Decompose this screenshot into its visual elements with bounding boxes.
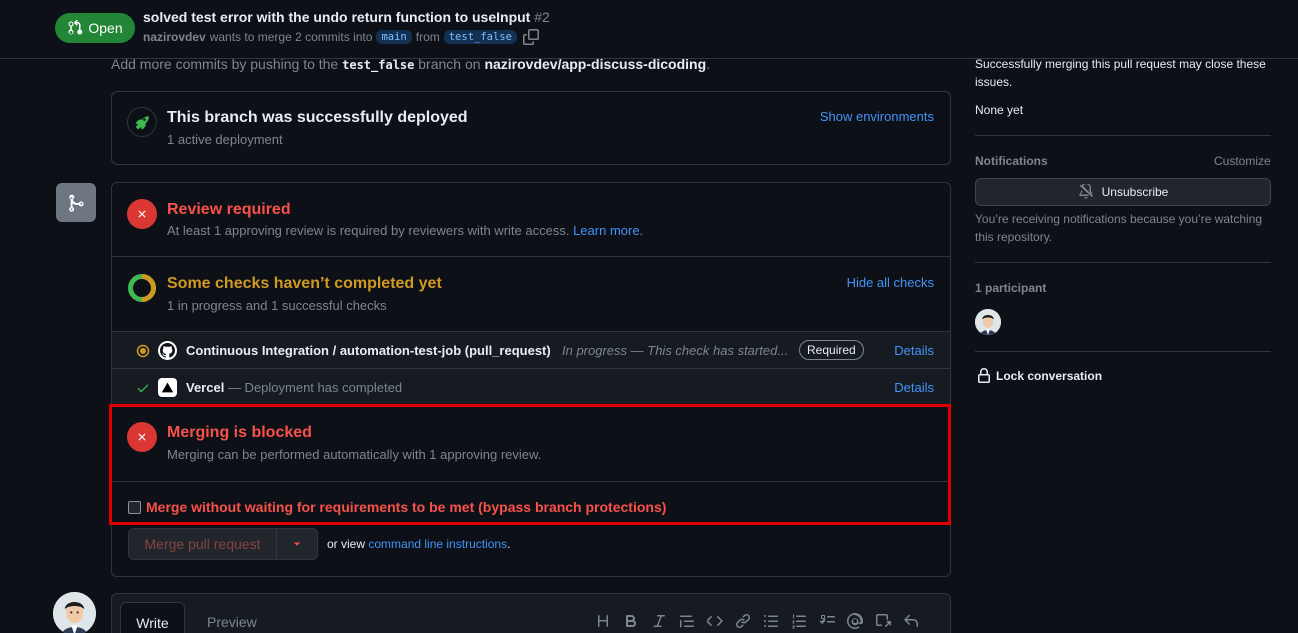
git-merge-icon bbox=[56, 183, 96, 222]
sidebar-divider bbox=[975, 135, 1271, 136]
command-line-link[interactable]: command line instructions bbox=[368, 537, 507, 551]
check-name: Continuous Integration / automation-test… bbox=[186, 343, 551, 358]
check-row-vercel: Vercel — Deployment has completed Detail… bbox=[112, 369, 950, 406]
quote-icon[interactable] bbox=[678, 612, 695, 629]
tab-preview[interactable]: Preview bbox=[207, 614, 257, 630]
rocket-icon bbox=[127, 107, 157, 137]
show-environments-link[interactable]: Show environments bbox=[820, 109, 934, 124]
checks-title: Some checks haven’t completed yet bbox=[167, 275, 442, 292]
check-icon bbox=[136, 381, 150, 398]
customize-link[interactable]: Customize bbox=[1214, 154, 1271, 168]
lock-conversation-button[interactable]: Lock conversation bbox=[976, 368, 1102, 384]
tab-write[interactable]: Write bbox=[120, 602, 185, 633]
merge-text: wants to merge 2 commits into bbox=[209, 30, 373, 44]
mention-icon[interactable] bbox=[846, 612, 863, 629]
merge-button-group: Merge pull request bbox=[128, 528, 318, 560]
base-branch[interactable]: main bbox=[376, 30, 412, 44]
copy-icon[interactable] bbox=[522, 29, 539, 45]
check-name-vercel: Vercel — Deployment has completed bbox=[186, 380, 402, 395]
vercel-name: Vercel bbox=[186, 380, 225, 395]
hint-branch: test_false bbox=[342, 58, 415, 72]
code-icon[interactable] bbox=[706, 612, 723, 629]
checks-subtitle: 1 in progress and 1 successful checks bbox=[167, 298, 387, 313]
checks-section: Some checks haven’t completed yet 1 in p… bbox=[112, 257, 950, 332]
unsubscribe-label: Unsubscribe bbox=[1101, 185, 1169, 199]
from-text: from bbox=[415, 30, 440, 44]
development-none-yet: None yet bbox=[975, 103, 1024, 117]
lock-conversation-label: Lock conversation bbox=[996, 369, 1103, 383]
deploy-title: This branch was successfully deployed bbox=[167, 109, 468, 126]
x-circle-icon bbox=[127, 199, 157, 229]
ordered-list-icon[interactable] bbox=[790, 612, 807, 629]
italic-icon[interactable] bbox=[650, 612, 667, 629]
vercel-logo-icon bbox=[158, 378, 177, 397]
development-note: Successfully merging this pull request m… bbox=[975, 57, 1266, 89]
participants-heading: 1 participant bbox=[975, 281, 1047, 295]
sidebar-divider bbox=[975, 262, 1271, 263]
checks-progress-icon bbox=[127, 273, 157, 303]
vercel-desc: — Deployment has completed bbox=[224, 380, 403, 395]
period: . bbox=[507, 537, 511, 551]
check-desc: In progress — This check has started... bbox=[562, 343, 789, 358]
task-list-icon[interactable] bbox=[818, 612, 835, 629]
cross-reference-icon[interactable] bbox=[874, 612, 891, 629]
cli-instructions: or view command line instructions. bbox=[327, 537, 510, 551]
state-badge-open: Open bbox=[55, 13, 135, 43]
avatar[interactable] bbox=[53, 592, 96, 633]
link-icon[interactable] bbox=[734, 612, 751, 629]
reply-icon[interactable] bbox=[902, 612, 919, 629]
sidebar-divider bbox=[975, 351, 1271, 352]
deploy-subtitle: 1 active deployment bbox=[167, 132, 283, 147]
check-row-ci: Continuous Integration / automation-test… bbox=[112, 332, 950, 369]
vercel-details-link[interactable]: Details bbox=[894, 380, 934, 395]
unsubscribe-button[interactable]: Unsubscribe bbox=[975, 178, 1271, 206]
author-link[interactable]: nazirovdev bbox=[143, 30, 206, 44]
pr-title-text: solved test error with the undo return f… bbox=[143, 9, 531, 25]
merge-pull-request-button[interactable]: Merge pull request bbox=[129, 529, 277, 559]
review-subtitle-text: At least 1 approving review is required … bbox=[167, 223, 570, 238]
hide-all-checks-link[interactable]: Hide all checks bbox=[847, 275, 934, 290]
heading-icon[interactable] bbox=[594, 612, 611, 629]
deployment-box: This branch was successfully deployed 1 … bbox=[111, 91, 951, 165]
notifications-heading: Notifications bbox=[975, 154, 1048, 168]
in-progress-dot-icon bbox=[136, 344, 150, 361]
pr-meta: nazirovdev wants to merge 2 commits into… bbox=[143, 29, 539, 45]
bell-slash-icon bbox=[1078, 184, 1093, 199]
state-label: Open bbox=[88, 20, 123, 36]
unordered-list-icon[interactable] bbox=[762, 612, 779, 629]
notification-reason: You’re receiving notifications because y… bbox=[975, 212, 1263, 244]
check-details-link[interactable]: Details bbox=[894, 343, 934, 358]
pr-title: solved test error with the undo return f… bbox=[143, 9, 550, 25]
lock-icon bbox=[978, 368, 990, 383]
triangle-down-icon bbox=[293, 542, 301, 546]
review-subtitle: At least 1 approving review is required … bbox=[167, 223, 643, 238]
github-logo-icon bbox=[158, 341, 177, 360]
participant-avatar[interactable] bbox=[975, 309, 1001, 335]
review-required-section: Review required At least 1 approving rev… bbox=[112, 183, 950, 257]
or-view-text: or view bbox=[327, 537, 366, 551]
highlight-frame bbox=[109, 404, 951, 525]
pr-number: #2 bbox=[534, 9, 550, 25]
learn-more-link[interactable]: Learn more. bbox=[573, 223, 643, 238]
head-branch[interactable]: test_false bbox=[443, 30, 517, 44]
markdown-toolbar bbox=[594, 612, 919, 629]
sticky-header: Open solved test error with the undo ret… bbox=[0, 0, 1298, 59]
bold-icon[interactable] bbox=[622, 612, 639, 629]
merge-method-dropdown[interactable] bbox=[277, 529, 317, 559]
required-badge: Required bbox=[799, 340, 864, 360]
review-title: Review required bbox=[167, 201, 291, 218]
pull-request-icon bbox=[68, 20, 83, 35]
